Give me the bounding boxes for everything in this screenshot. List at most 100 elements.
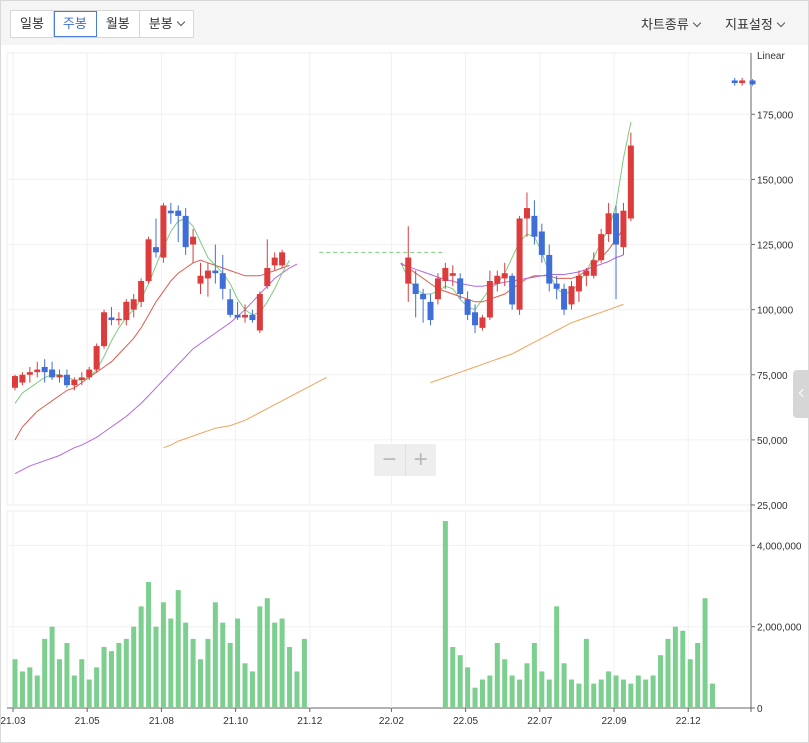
y-tick-label: 125,000 xyxy=(757,241,794,252)
volume-bar xyxy=(643,679,649,708)
stock-chart[interactable]: 25,000 50,000 75,000 100,000 125,000 150,000 1… xyxy=(1,45,808,742)
volume-bar xyxy=(205,638,211,708)
volume-tick-label: 2,000,000 xyxy=(757,623,802,634)
tab-monthly[interactable]: 월봉 xyxy=(97,11,140,37)
volume-bar xyxy=(108,651,114,708)
y-tick-label: 175,000 xyxy=(757,110,794,121)
x-tick-label: 21.10 xyxy=(223,716,248,727)
chevron-down-icon xyxy=(776,18,786,28)
volume-bar xyxy=(598,679,604,708)
volume-bar xyxy=(272,622,278,708)
candle-body xyxy=(271,257,278,266)
volume-bar xyxy=(160,602,166,708)
chevron-down-icon xyxy=(692,18,702,28)
candle-body xyxy=(152,247,159,253)
candle-body xyxy=(86,369,93,378)
volume-bar xyxy=(494,642,500,708)
volume-bar xyxy=(12,659,18,708)
volume-bar xyxy=(220,622,226,708)
chart-type-menu[interactable]: 차트종류 xyxy=(641,14,702,33)
candle-body xyxy=(256,294,263,331)
volume-bar xyxy=(650,675,656,708)
indicator-settings-label: 지표설정 xyxy=(725,17,773,32)
x-tick-label: 21.03 xyxy=(1,716,26,727)
y-tick-label: 75,000 xyxy=(757,371,788,382)
candle-body xyxy=(434,278,441,300)
candle-body xyxy=(249,314,256,321)
indicator-settings-menu[interactable]: 지표설정 xyxy=(725,14,786,33)
volume-bar xyxy=(613,675,619,708)
volume-bar xyxy=(257,606,263,708)
volume-bar xyxy=(190,638,196,708)
candle-body xyxy=(115,318,122,321)
volume-bar xyxy=(695,642,701,708)
volume-bar xyxy=(183,622,189,708)
zoom-out-button[interactable]: − xyxy=(374,444,406,476)
tab-daily[interactable]: 일봉 xyxy=(11,11,54,37)
scale-label: Linear xyxy=(757,51,785,62)
volume-bar xyxy=(591,683,597,708)
volume-bar xyxy=(168,618,174,708)
volume-bar xyxy=(561,663,567,708)
candle-body xyxy=(472,312,479,326)
candle-body xyxy=(605,213,612,235)
y-tick-label: 50,000 xyxy=(757,436,788,447)
chevron-left-icon xyxy=(798,388,808,398)
volume-bar xyxy=(264,598,270,708)
candle-body xyxy=(242,314,249,318)
volume-bar xyxy=(487,675,493,708)
candle-body xyxy=(108,317,115,321)
x-tick-label: 22.12 xyxy=(676,716,701,727)
volume-bar xyxy=(198,659,203,708)
candle-body xyxy=(627,145,634,219)
volume-bar xyxy=(465,667,471,708)
volume-bar xyxy=(116,642,122,708)
candle-body xyxy=(739,80,746,84)
candle-body xyxy=(63,374,70,386)
volume-bar xyxy=(294,671,300,708)
volume-bar xyxy=(86,679,92,708)
zoom-control: − + xyxy=(374,444,436,476)
candle-body xyxy=(41,366,48,373)
x-tick-label: 22.05 xyxy=(453,716,478,727)
side-panel-toggle[interactable] xyxy=(793,370,809,418)
candle-body xyxy=(620,210,627,248)
candle-body xyxy=(182,215,189,248)
volume-bar xyxy=(279,618,285,708)
x-tick-label: 22.07 xyxy=(527,716,552,727)
candle-body xyxy=(49,369,56,378)
toolbar: 일봉 주봉 월봉 분봉 차트종류 지표설정 xyxy=(1,1,808,45)
volume-bar xyxy=(146,581,152,708)
candle-body xyxy=(234,314,241,318)
volume-bar xyxy=(19,671,25,708)
candle-body xyxy=(138,281,145,302)
volume-bar xyxy=(620,679,626,708)
period-tabs: 일봉 주봉 월봉 분봉 xyxy=(10,10,194,38)
volume-bar xyxy=(479,679,485,708)
x-tick-label: 22.09 xyxy=(602,716,627,727)
candle-body xyxy=(123,301,130,321)
candle-body xyxy=(479,317,486,328)
volume-bar xyxy=(702,598,708,708)
candle-body xyxy=(78,377,85,380)
candle-body xyxy=(264,267,271,287)
candle-body xyxy=(12,376,18,388)
volume-bar xyxy=(658,655,664,708)
candle-body xyxy=(464,299,471,315)
candle-body xyxy=(26,372,33,375)
x-tick-label: 21.05 xyxy=(75,716,100,727)
tab-minute[interactable]: 분봉 xyxy=(140,11,193,37)
volume-bar xyxy=(546,679,552,708)
volume-bar xyxy=(635,675,641,708)
candle-body xyxy=(457,278,464,295)
candle-body xyxy=(212,270,219,274)
volume-tick-label: 0 xyxy=(757,704,763,715)
volume-bar xyxy=(123,638,129,708)
candle-body xyxy=(442,267,449,281)
candle-body xyxy=(71,379,78,386)
x-tick-label: 21.12 xyxy=(297,716,322,727)
candle-body xyxy=(546,254,553,284)
zoom-in-button[interactable]: + xyxy=(406,444,437,476)
volume-bar xyxy=(101,647,107,708)
tab-weekly[interactable]: 주봉 xyxy=(53,11,97,37)
